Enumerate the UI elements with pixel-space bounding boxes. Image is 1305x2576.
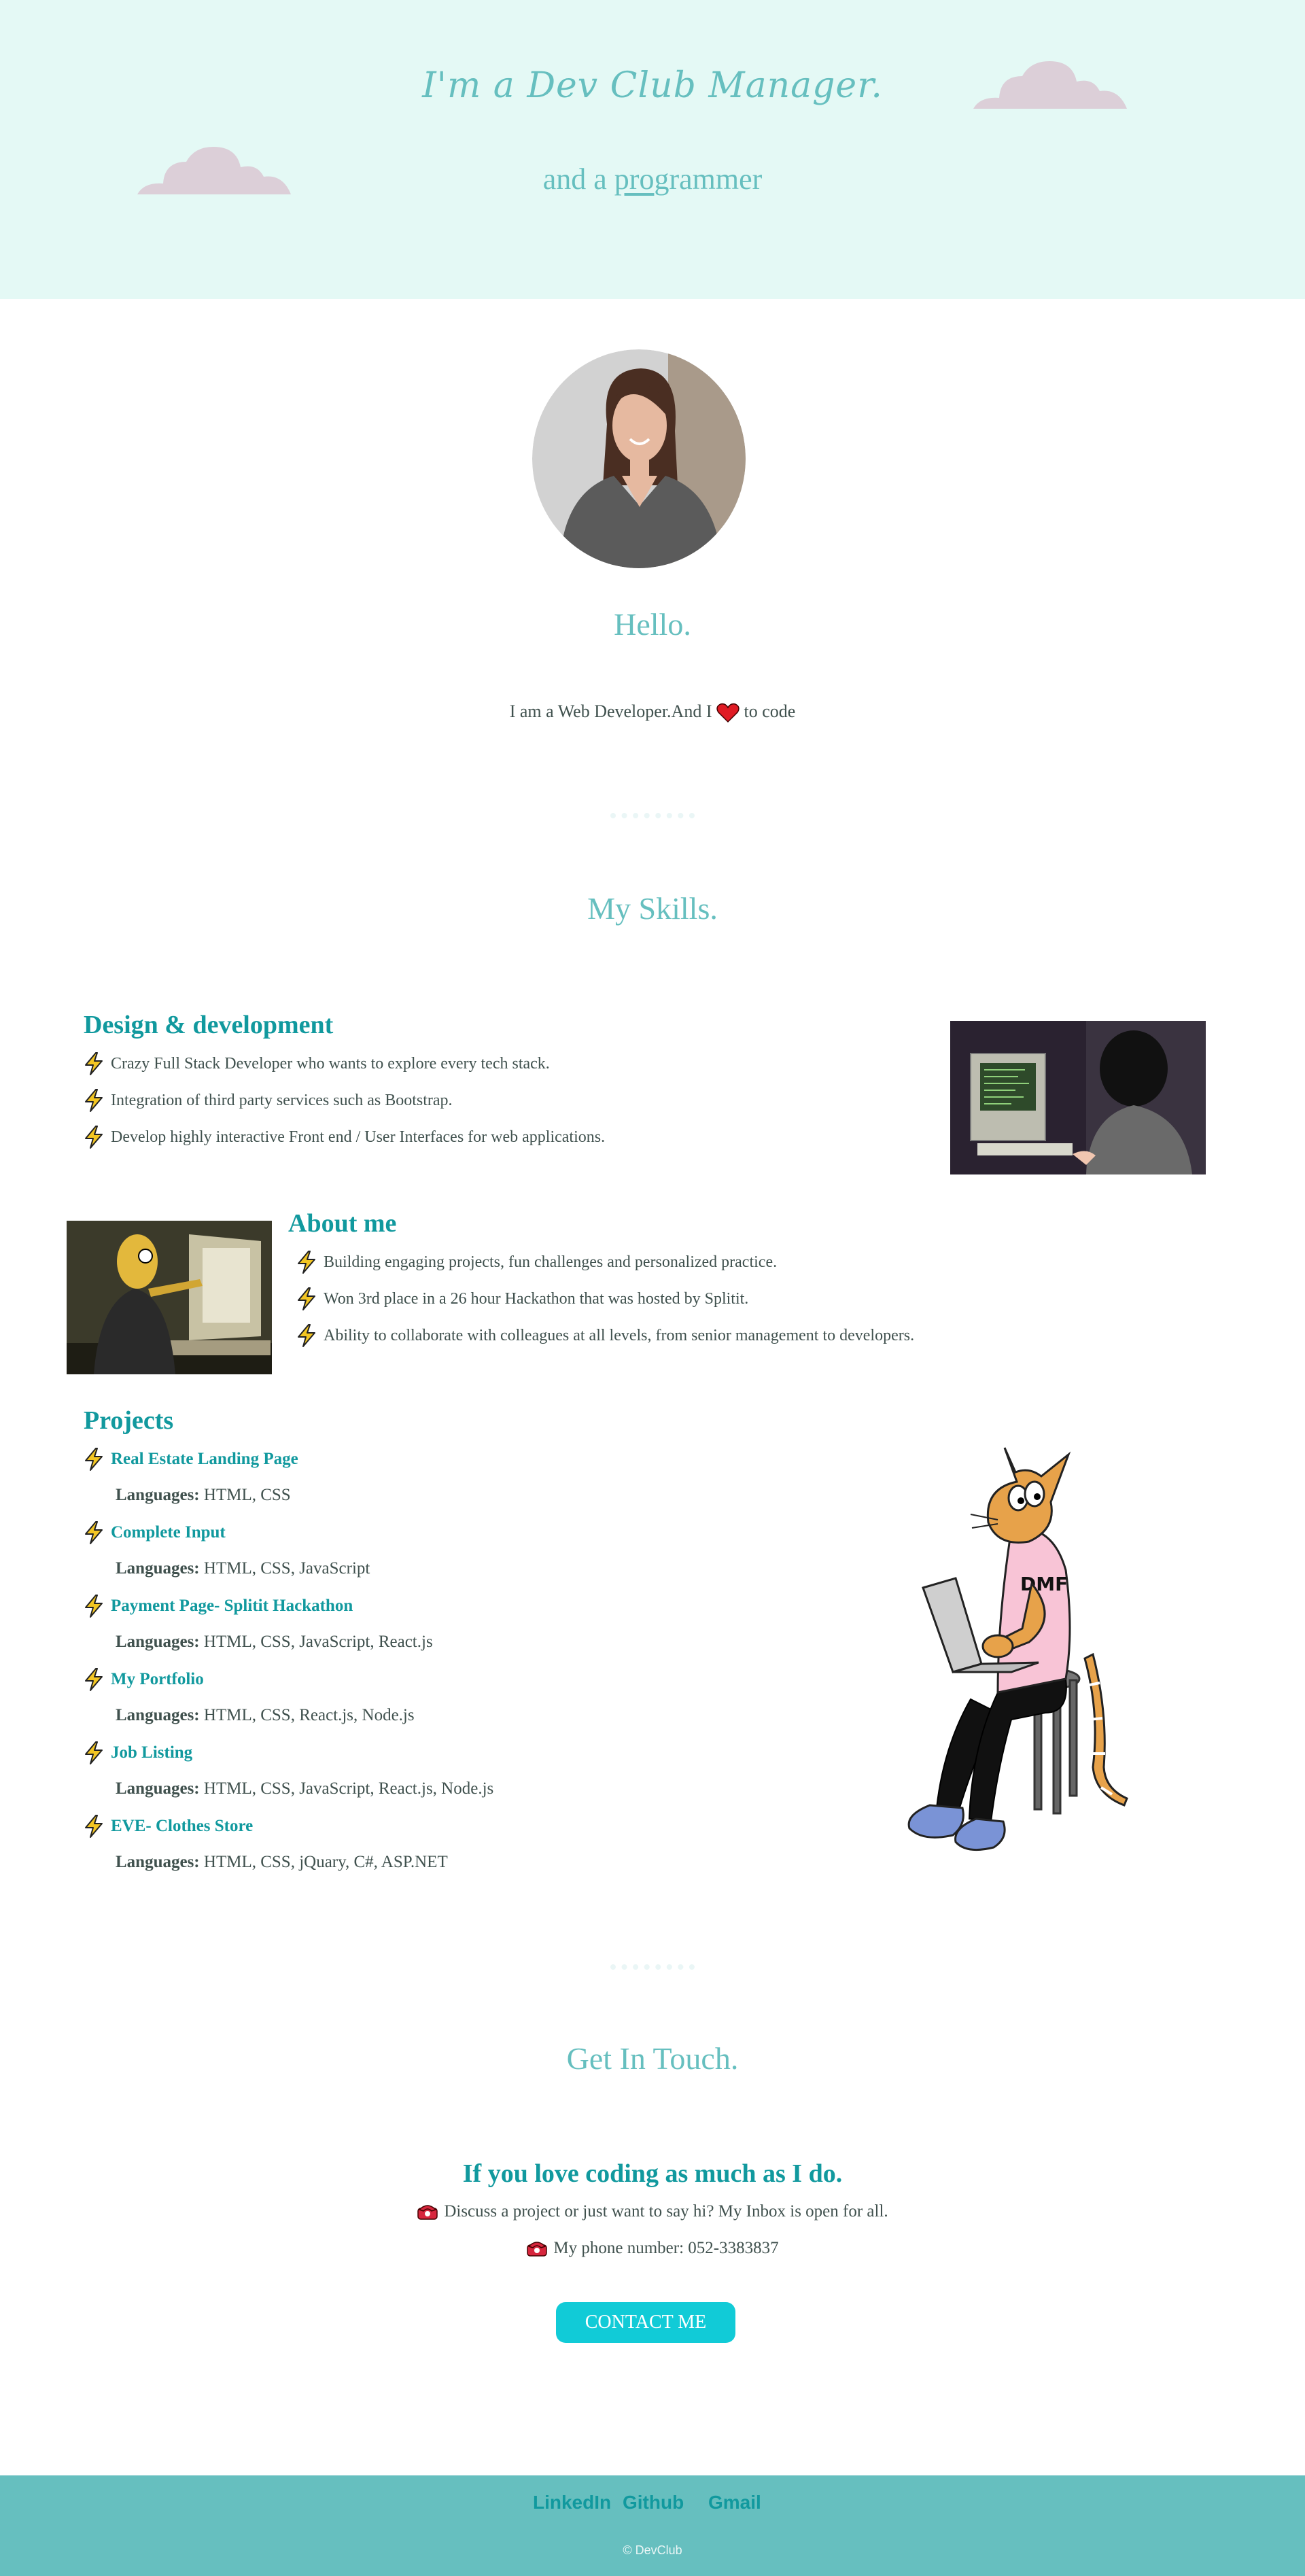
languages-value: HTML, CSS, jQuary, C#, ASP.NET (203, 1853, 448, 1871)
contact-title: Get In Touch. (566, 2041, 739, 2076)
list-item-text: Integration of third party services such… (111, 1091, 453, 1109)
skills-title: My Skills. (587, 891, 718, 926)
languages-value: HTML, CSS (203, 1486, 291, 1504)
project-item: Complete Input (84, 1521, 226, 1544)
list-item-text: Building engaging projects, fun challeng… (324, 1253, 778, 1271)
cat-coder-illustration: DMF (907, 1447, 1128, 1851)
project-link[interactable]: Job Listing (111, 1743, 192, 1762)
languages-label: Languages: (116, 1486, 200, 1504)
footer-link-gmail[interactable]: Gmail (708, 2492, 761, 2513)
languages-value: HTML, CSS, JavaScript, React.js (203, 1633, 433, 1651)
list-item-text: Won 3rd place in a 26 hour Hackathon tha… (324, 1289, 749, 1308)
lightning-icon (85, 1521, 103, 1544)
languages-label: Languages: (116, 1853, 200, 1871)
about-heading: About me (288, 1209, 397, 1238)
lightning-icon (85, 1126, 103, 1149)
list-item: Ability to collaborate with colleagues a… (296, 1324, 914, 1347)
section-divider (610, 813, 695, 818)
telephone-icon (417, 2205, 438, 2220)
lightning-icon (85, 1741, 103, 1764)
copyright: © DevClub (623, 2543, 682, 2557)
contact-phone-text: My phone number: 052-3383837 (553, 2239, 779, 2257)
languages-label: Languages: (116, 1559, 200, 1578)
footer-link-github[interactable]: Github (623, 2492, 684, 2513)
project-languages: Languages: HTML, CSS (116, 1486, 291, 1505)
languages-label: Languages: (116, 1706, 200, 1724)
intro-text: I am a Web Developer.And I to code (0, 701, 1305, 723)
subtitle-underlined-text: pro (614, 162, 655, 196)
project-languages: Languages: HTML, CSS, React.js, Node.js (116, 1706, 415, 1725)
project-languages: Languages: HTML, CSS, JavaScript, React.… (116, 1779, 493, 1798)
lightning-icon (298, 1251, 315, 1274)
contact-heading: If you love coding as much as I do. (462, 2159, 843, 2188)
project-languages: Languages: HTML, CSS, jQuary, C#, ASP.NE… (116, 1853, 448, 1872)
lightning-icon (298, 1287, 315, 1310)
project-item: My Portfolio (84, 1668, 204, 1691)
contact-text: Discuss a project or just want to say hi… (444, 2202, 888, 2221)
computer-illustration (950, 1021, 1206, 1174)
list-item: Won 3rd place in a 26 hour Hackathon tha… (296, 1287, 748, 1310)
languages-value: HTML, CSS, React.js, Node.js (203, 1706, 415, 1724)
project-link[interactable]: Payment Page- Splitit Hackathon (111, 1597, 353, 1616)
heart-icon (716, 703, 740, 723)
developer-illustration (67, 1221, 272, 1374)
svg-text:DMF: DMF (1020, 1573, 1068, 1595)
intro-text-after: to code (744, 701, 796, 721)
contact-line: My phone number: 052-3383837 (0, 2239, 1305, 2258)
project-link[interactable]: My Portfolio (111, 1670, 204, 1689)
section-divider (610, 1964, 695, 1970)
project-item: Payment Page- Splitit Hackathon (84, 1595, 353, 1618)
greeting-heading: Hello. (614, 607, 691, 642)
list-item: Integration of third party services such… (84, 1089, 453, 1112)
list-item: Crazy Full Stack Developer who wants to … (84, 1052, 550, 1075)
project-item: Real Estate Landing Page (84, 1448, 298, 1471)
project-link[interactable]: Real Estate Landing Page (111, 1450, 298, 1469)
lightning-icon (85, 1089, 103, 1112)
footer-link-linkedin[interactable]: LinkedIn (533, 2492, 611, 2513)
hero-subtitle: and a programmer (0, 162, 1305, 196)
project-item: EVE- Clothes Store (84, 1815, 253, 1838)
lightning-icon (298, 1324, 315, 1347)
subtitle-text: and a (542, 162, 614, 196)
project-link[interactable]: Complete Input (111, 1523, 226, 1542)
list-item-text: Develop highly interactive Front end / U… (111, 1128, 606, 1146)
lightning-icon (85, 1595, 103, 1618)
project-languages: Languages: HTML, CSS, JavaScript, React.… (116, 1633, 433, 1652)
lightning-icon (85, 1668, 103, 1691)
lightning-icon (85, 1448, 103, 1471)
intro-text-before: I am a Web Developer.And I (509, 701, 712, 721)
lightning-icon (85, 1815, 103, 1838)
contact-line: Discuss a project or just want to say hi… (0, 2202, 1305, 2221)
contact-me-button[interactable]: CONTACT ME (556, 2302, 735, 2343)
languages-value: HTML, CSS, JavaScript, React.js, Node.js (203, 1779, 494, 1798)
design-heading: Design & development (84, 1011, 334, 1039)
telephone-icon (527, 2242, 548, 2257)
languages-label: Languages: (116, 1779, 200, 1798)
projects-heading: Projects (84, 1406, 174, 1435)
project-link[interactable]: EVE- Clothes Store (111, 1817, 253, 1836)
footer (0, 2475, 1305, 2576)
lightning-icon (85, 1052, 103, 1075)
project-item: Job Listing (84, 1741, 192, 1764)
profile-avatar (532, 349, 746, 568)
list-item: Building engaging projects, fun challeng… (296, 1251, 777, 1274)
list-item-text: Ability to collaborate with colleagues a… (324, 1326, 915, 1344)
languages-label: Languages: (116, 1633, 200, 1651)
project-languages: Languages: HTML, CSS, JavaScript (116, 1559, 370, 1578)
hero-title: I'm a Dev Club Manager. (422, 65, 883, 106)
list-item: Develop highly interactive Front end / U… (84, 1126, 605, 1149)
subtitle-text: grammer (654, 162, 763, 196)
list-item-text: Crazy Full Stack Developer who wants to … (111, 1054, 550, 1073)
languages-value: HTML, CSS, JavaScript (203, 1559, 370, 1578)
